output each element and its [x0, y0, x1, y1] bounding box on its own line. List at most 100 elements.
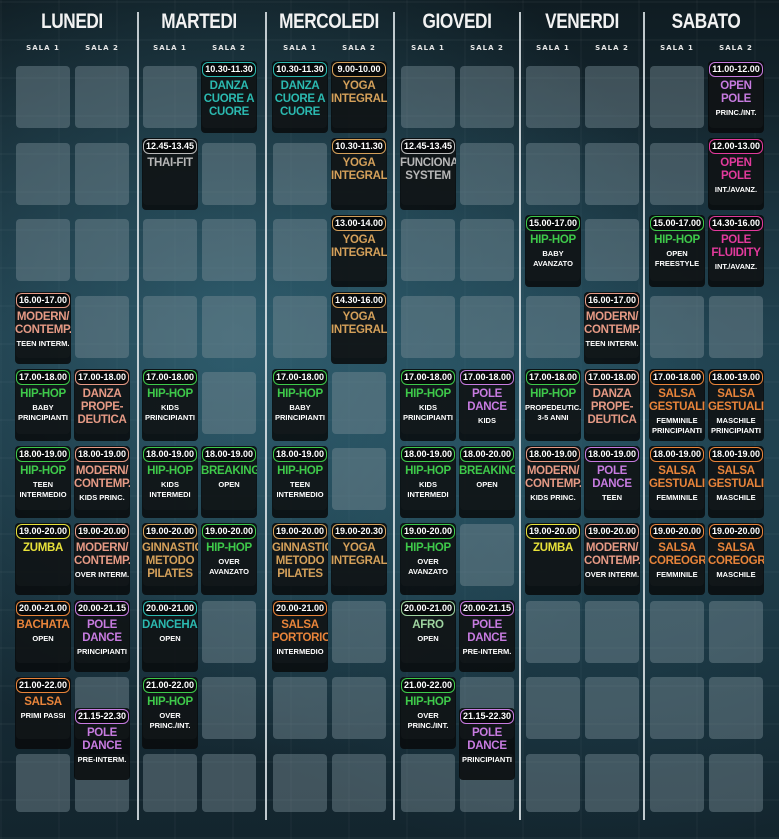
class-time: 15.00-17.00 — [526, 216, 580, 231]
class-card[interactable]: 13.00-14.00 YOGA INTEGRALE — [331, 215, 387, 287]
class-time: 19.00-20.00 — [401, 524, 455, 539]
class-card[interactable]: 12.00-13.00 OPEN POLE INT./AVANZ. — [708, 138, 764, 210]
class-card[interactable]: 19.00-20.00 ZUMBA — [15, 523, 71, 595]
class-card[interactable]: 18.00-19.00 POLE DANCE TEEN — [584, 446, 640, 518]
class-card[interactable]: 19.00-20.00 SALSA COREOGR. MASCHILE — [708, 523, 764, 595]
class-card[interactable]: 20.00-21.15 POLE DANCE PRE-INTERM. — [459, 600, 515, 672]
class-card[interactable]: 10.30-11.30 YOGA INTEGRALE — [331, 138, 387, 210]
class-card[interactable]: 21.00-22.00 HIP-HOP OVER PRINC./INT. — [400, 677, 456, 749]
class-card[interactable]: 18.00-19.00 HIP-HOP KIDS INTERMEDI — [142, 446, 198, 518]
class-card[interactable]: 19.00-20.30 YOGA INTEGRALE — [331, 523, 387, 595]
class-card[interactable]: 11.00-12.00 OPEN POLE PRINC./INT. — [708, 61, 764, 133]
class-card[interactable]: 17.00-18.00 SALSA GESTUALITÀ FEMMINILE PRI… — [649, 369, 705, 441]
class-card[interactable]: 19.00-20.00 HIP-HOP OVER AVANZATO — [201, 523, 257, 595]
class-card[interactable]: 20.00-21.15 POLE DANCE PRINCIPIANTI — [74, 600, 130, 672]
class-card[interactable]: 9.00-10.00 YOGA INTEGRALE — [331, 61, 387, 133]
class-title: POLE FLUIDITY — [711, 234, 761, 259]
empty-slot — [585, 66, 639, 128]
class-title: POLE DANCE — [467, 619, 507, 644]
room-label: SALA 1 — [153, 44, 187, 52]
class-card[interactable]: 15.00-17.00 HIP-HOP BABY AVANZATO — [525, 215, 581, 287]
class-card[interactable]: 18.00-19.00 MODERN/ CONTEMP. KIDS PRINC. — [74, 446, 130, 518]
class-level: BABY PRINCIPIANTI — [17, 403, 68, 422]
class-title: OPEN POLE — [720, 80, 752, 105]
class-card[interactable]: 18.00-19.00 BREAKING OPEN — [201, 446, 257, 518]
class-card[interactable]: 18.00-19.00 SALSA GESTUALITÀ MASCHILE — [708, 446, 764, 518]
class-time: 12.00-13.00 — [709, 139, 763, 154]
class-card[interactable]: 15.00-17.00 HIP-HOP OPEN FREESTYLE — [649, 215, 705, 287]
class-level: BABY AVANZATO — [533, 249, 573, 268]
class-card[interactable]: 12.45-13.45 THAI-FIT — [142, 138, 198, 210]
class-card[interactable]: 19.00-20.00 MODERN/ CONTEMP. OVER INTERM. — [74, 523, 130, 595]
class-card[interactable]: 18.00-19.00 MODERN/ CONTEMP. KIDS PRINC. — [525, 446, 581, 518]
class-level: PRE-INTERM. — [462, 647, 512, 656]
class-card[interactable]: 14.30-16.00 POLE FLUIDITY INT./AVANZ. — [708, 215, 764, 287]
class-time: 18.00-19.00 — [650, 447, 704, 462]
class-card[interactable]: 19.00-20.00 SALSA COREOGR. FEMMINILE — [649, 523, 705, 595]
class-card[interactable]: 17.00-18.00 HIP-HOP PROPEDEUTIC. 3-5 ANNI — [525, 369, 581, 441]
class-level: OPEN FREESTYLE — [654, 249, 700, 268]
class-time: 20.00-21.15 — [460, 601, 514, 616]
class-card[interactable]: 19.00-20.00 ZUMBA — [525, 523, 581, 595]
class-card[interactable]: 19.00-20.00 GINNASTICA METODO PILATES — [142, 523, 198, 595]
class-time: 20.00-21.00 — [16, 601, 70, 616]
class-card[interactable]: 21.00-22.00 HIP-HOP OVER PRINC./INT. — [142, 677, 198, 749]
class-title: HIP-HOP — [147, 388, 193, 400]
class-title: YOGA INTEGRALE — [331, 157, 387, 182]
class-card[interactable]: 19.00-20.00 GINNASTICA METODO PILATES — [272, 523, 328, 595]
class-time: 15.00-17.00 — [650, 216, 704, 231]
empty-slot — [202, 296, 256, 358]
empty-slot — [16, 143, 70, 205]
class-card[interactable]: 17.00-18.00 DANZA PROPE- DEUTICA — [74, 369, 130, 441]
class-time: 18.00-19.00 — [16, 447, 70, 462]
class-card[interactable]: 18.00-19.00 HIP-HOP KIDS INTERMEDI — [400, 446, 456, 518]
room-label: SALA 1 — [26, 44, 60, 52]
class-card[interactable]: 18.00-19.00 HIP-HOP TEEN INTERMEDIO — [15, 446, 71, 518]
empty-slot — [202, 219, 256, 281]
class-level: OPEN — [159, 634, 181, 643]
empty-slot — [16, 66, 70, 128]
class-card[interactable]: 16.00-17.00 MODERN/ CONTEMP. TEEN INTERM. — [15, 292, 71, 364]
class-time: 13.00-14.00 — [332, 216, 386, 231]
room-label: SALA 2 — [85, 44, 119, 52]
class-card[interactable]: 12.45-13.45 FUNCIONAL SYSTEM — [400, 138, 456, 210]
class-card[interactable]: 16.00-17.00 MODERN/ CONTEMP. TEEN INTERM. — [584, 292, 640, 364]
class-time: 17.00-18.00 — [16, 370, 70, 385]
class-card[interactable]: 17.00-18.00 POLE DANCE KIDS — [459, 369, 515, 441]
class-time: 20.00-21.15 — [75, 601, 129, 616]
class-time: 18.00-19.00 — [709, 447, 763, 462]
class-card[interactable]: 18.00-20.00 BREAKING OPEN — [459, 446, 515, 518]
class-card[interactable]: 17.00-18.00 HIP-HOP KIDS PRINCIPIANTI — [142, 369, 198, 441]
class-card[interactable]: 17.00-18.00 HIP-HOP KIDS PRINCIPIANTI — [400, 369, 456, 441]
class-card[interactable]: 21.15-22.30 POLE DANCE PRE-INTERM. — [74, 707, 130, 780]
class-card[interactable]: 21.15-22.30 POLE DANCE PRINCIPIANTI — [459, 707, 515, 780]
class-card[interactable]: 18.00-19.00 SALSA GESTUALITÀ MASCHILE PRIN… — [708, 369, 764, 441]
class-level: OVER PRINC./INT. — [407, 711, 449, 730]
class-card[interactable]: 17.00-18.00 HIP-HOP BABY PRINCIPIANTI — [15, 369, 71, 441]
class-time: 19.00-20.00 — [709, 524, 763, 539]
class-card[interactable]: 19.00-20.00 MODERN/ CONTEMP. OVER INTERM. — [584, 523, 640, 595]
class-card[interactable]: 18.00-19.00 HIP-HOP TEEN INTERMEDIO — [272, 446, 328, 518]
class-card[interactable]: 20.00-21.00 BACHATA OPEN — [15, 600, 71, 672]
class-card[interactable]: 17.00-18.00 DANZA PROPE- DEUTICA — [584, 369, 640, 441]
class-title: YOGA INTEGRALE — [331, 80, 387, 105]
class-card[interactable]: 19.00-20.00 HIP-HOP OVER AVANZATO — [400, 523, 456, 595]
class-level: KIDS PRINC. — [530, 493, 576, 502]
class-card[interactable]: 10.30-11.30 DANZA CUORE A CUORE — [201, 61, 257, 133]
class-card[interactable]: 21.00-22.00 SALSA PRIMI PASSI — [15, 677, 71, 749]
class-level: PRIMI PASSI — [20, 711, 66, 720]
class-card[interactable]: 17.00-18.00 HIP-HOP BABY PRINCIPIANTI — [272, 369, 328, 441]
class-title: SALSA GESTUALITÀ — [708, 388, 764, 413]
class-card[interactable]: 10.30-11.30 DANZA CUORE A CUORE — [272, 61, 328, 133]
class-time: 19.00-20.00 — [143, 524, 197, 539]
class-card[interactable]: 20.00-21.00 AFRO OPEN — [400, 600, 456, 672]
empty-slot — [401, 754, 455, 812]
class-card[interactable]: 18.00-19.00 SALSA GESTUALITÀ FEMMINILE — [649, 446, 705, 518]
class-card[interactable]: 20.00-21.00 SALSA PORTORIC. INTERMEDIO — [272, 600, 328, 672]
class-level: INT./AVANZ. — [714, 185, 758, 194]
class-time: 18.00-19.00 — [585, 447, 639, 462]
class-time: 18.00-19.00 — [273, 447, 327, 462]
class-card[interactable]: 14.30-16.00 YOGA INTEGRALE — [331, 292, 387, 364]
class-card[interactable]: 20.00-21.00 DANCEHALL OPEN — [142, 600, 198, 672]
class-level: KIDS — [478, 416, 496, 425]
